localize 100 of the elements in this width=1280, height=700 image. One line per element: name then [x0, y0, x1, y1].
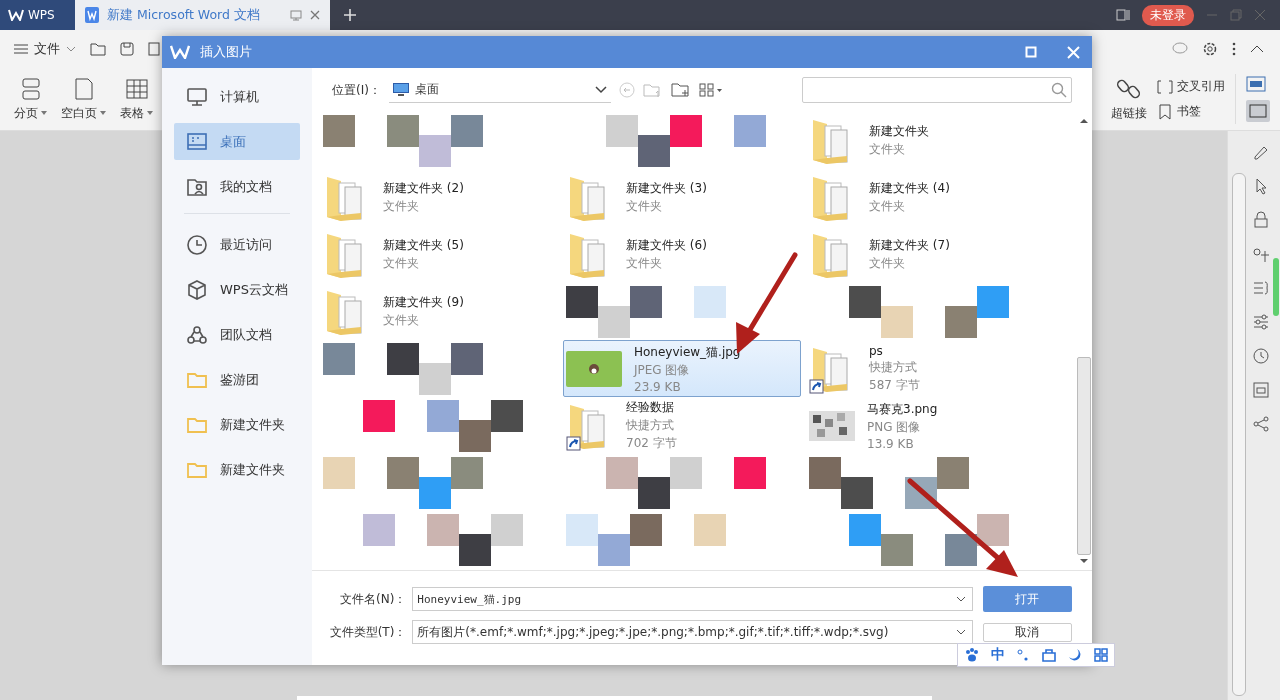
translate-icon[interactable] [1252, 245, 1270, 263]
input-mode[interactable]: 中 [991, 646, 1006, 664]
nav-item[interactable]: WPS云文档 [174, 271, 300, 308]
file-item[interactable]: 新建文件夹 (5) 文件夹 [320, 226, 558, 283]
hyperlink-button[interactable]: 超链接 [1107, 74, 1151, 124]
file-item[interactable]: 马赛克3.png PNG 图像 13.9 KB [806, 397, 1044, 454]
file-item[interactable]: 经验数据 快捷方式 702 字节 [563, 397, 801, 454]
file-size: 13.9 KB [867, 436, 915, 451]
file-type: 文件夹 [869, 141, 906, 158]
more-icon[interactable] [1232, 42, 1236, 56]
nav-item[interactable]: 新建文件夹 [174, 406, 300, 443]
file-type: 快捷方式 [626, 417, 675, 434]
dialog-title: 插入图片 [200, 43, 252, 61]
nav-item[interactable]: 鉴游团 [174, 361, 300, 398]
file-menu[interactable]: 文件 [14, 40, 76, 58]
file-type: JPEG 图像 [634, 361, 691, 379]
filename-label: 文件名(N)： [339, 590, 407, 608]
punctuation-icon[interactable] [1017, 648, 1030, 662]
nav-item[interactable]: 桌面 [174, 123, 300, 160]
image-thumbnail [566, 350, 622, 387]
file-item[interactable]: 新建文件夹 (2) 文件夹 [320, 169, 558, 226]
view-icon[interactable] [698, 83, 723, 97]
file-item[interactable]: 新建文件夹 文件夹 [806, 112, 1044, 169]
ribbon-button[interactable]: 书签 [1157, 103, 1201, 120]
file-type: 文件夹 [383, 198, 420, 215]
ribbon-button[interactable]: 表格 [116, 74, 157, 124]
nav-item[interactable]: 我的文档 [174, 168, 300, 205]
close-icon[interactable] [310, 10, 320, 20]
document-icon [85, 7, 99, 23]
file-item[interactable]: 新建文件夹 (6) 文件夹 [563, 226, 801, 283]
new-folder-icon[interactable] [670, 82, 691, 98]
location-label: 位置(I)： [332, 81, 381, 99]
file-type: 文件夹 [626, 255, 663, 272]
caret-icon [41, 111, 47, 115]
nav-item[interactable]: 团队文档 [174, 316, 300, 353]
layout-icon[interactable] [1116, 9, 1130, 21]
frame-icon[interactable] [1246, 100, 1270, 122]
file-item[interactable]: 新建文件夹 (7) 文件夹 [806, 226, 1044, 283]
logo-icon [8, 9, 24, 21]
chevron-icon [594, 85, 607, 94]
chevron-icon [66, 46, 76, 52]
file-type: 文件夹 [383, 255, 420, 272]
share-icon[interactable] [1252, 415, 1270, 433]
maximize-icon[interactable] [1025, 46, 1037, 58]
history-icon[interactable] [1252, 347, 1270, 365]
nav-item[interactable]: 最近访问 [174, 226, 300, 263]
bracket-icon [1157, 78, 1173, 95]
page-icon [72, 76, 95, 101]
file-name: 经验数据 [626, 399, 675, 416]
add-tab-icon[interactable] [344, 9, 356, 21]
file-name: 马赛克3.png [867, 400, 938, 418]
save-icon[interactable] [120, 42, 134, 56]
menu-icon [14, 44, 28, 54]
recent-icon [186, 233, 208, 256]
grid-icon[interactable] [1094, 648, 1109, 662]
textbox-icon[interactable] [1246, 76, 1266, 92]
file-item[interactable]: ps 快捷方式 587 字节 [806, 340, 1044, 397]
panel-icon[interactable] [1252, 381, 1270, 399]
app-tab[interactable]: WPS [0, 0, 75, 30]
moon-icon[interactable] [1068, 648, 1083, 662]
paw-icon[interactable] [963, 647, 980, 663]
caret-icon [147, 111, 153, 115]
location-dropdown[interactable]: 桌面 [388, 77, 611, 103]
nav-item[interactable]: 计算机 [174, 78, 300, 115]
document-tab[interactable]: 新建 Microsoft Word 文档 [75, 0, 330, 30]
file-item[interactable]: 新建文件夹 (3) 文件夹 [563, 169, 801, 226]
file-name: ps [869, 343, 884, 358]
pdf-icon[interactable] [148, 42, 160, 56]
file-name: 新建文件夹 (2) [383, 180, 464, 197]
file-size: 702 字节 [626, 435, 677, 452]
settings-icon[interactable] [1202, 41, 1218, 57]
sliders-icon[interactable] [1252, 313, 1270, 331]
scrollbar[interactable] [1232, 173, 1246, 696]
filetype-dropdown[interactable]: 所有图片(*.emf;*.wmf;*.jpg;*.jpeg;*.jpe;*.png;*.bmp;*.gif;*.tif;*.tiff;*.wdp;*.svg) [412, 620, 973, 644]
cancel-button[interactable]: 取消 [982, 622, 1072, 642]
file-type: 文件夹 [383, 312, 420, 329]
outline-icon[interactable] [1252, 279, 1270, 297]
chat-icon[interactable] [1172, 42, 1188, 56]
ribbon-button[interactable]: 空白页 [57, 74, 110, 124]
file-type: 文件夹 [626, 198, 663, 215]
folder-icon[interactable] [90, 42, 106, 56]
ribbon-button[interactable]: 分页 [10, 74, 51, 124]
filetype-label: 文件类型(T)： [328, 623, 407, 641]
ribbon-button[interactable]: 交叉引用 [1157, 78, 1225, 95]
file-item[interactable]: 新建文件夹 (4) 文件夹 [806, 169, 1044, 226]
monitor-icon[interactable] [290, 9, 302, 21]
search-field[interactable] [802, 77, 1072, 103]
file-type: PNG 图像 [867, 418, 922, 436]
file-type: 文件夹 [869, 255, 906, 272]
file-item[interactable]: 新建文件夹 (9) 文件夹 [320, 283, 558, 340]
mosaic-thumbnail [809, 410, 855, 441]
scroll-down-icon[interactable] [1080, 559, 1088, 564]
nav-item[interactable]: 新建文件夹 [174, 451, 300, 488]
skin-icon[interactable] [1040, 647, 1057, 663]
login-badge[interactable]: 未登录 [1142, 4, 1194, 26]
scroll-up-icon[interactable] [1080, 118, 1088, 123]
lock-icon[interactable] [1252, 211, 1270, 229]
file-name: 新建文件夹 [869, 123, 929, 140]
collapse-icon[interactable] [1250, 45, 1264, 53]
filename-field[interactable]: Honeyview_猫.jpg [412, 587, 973, 611]
